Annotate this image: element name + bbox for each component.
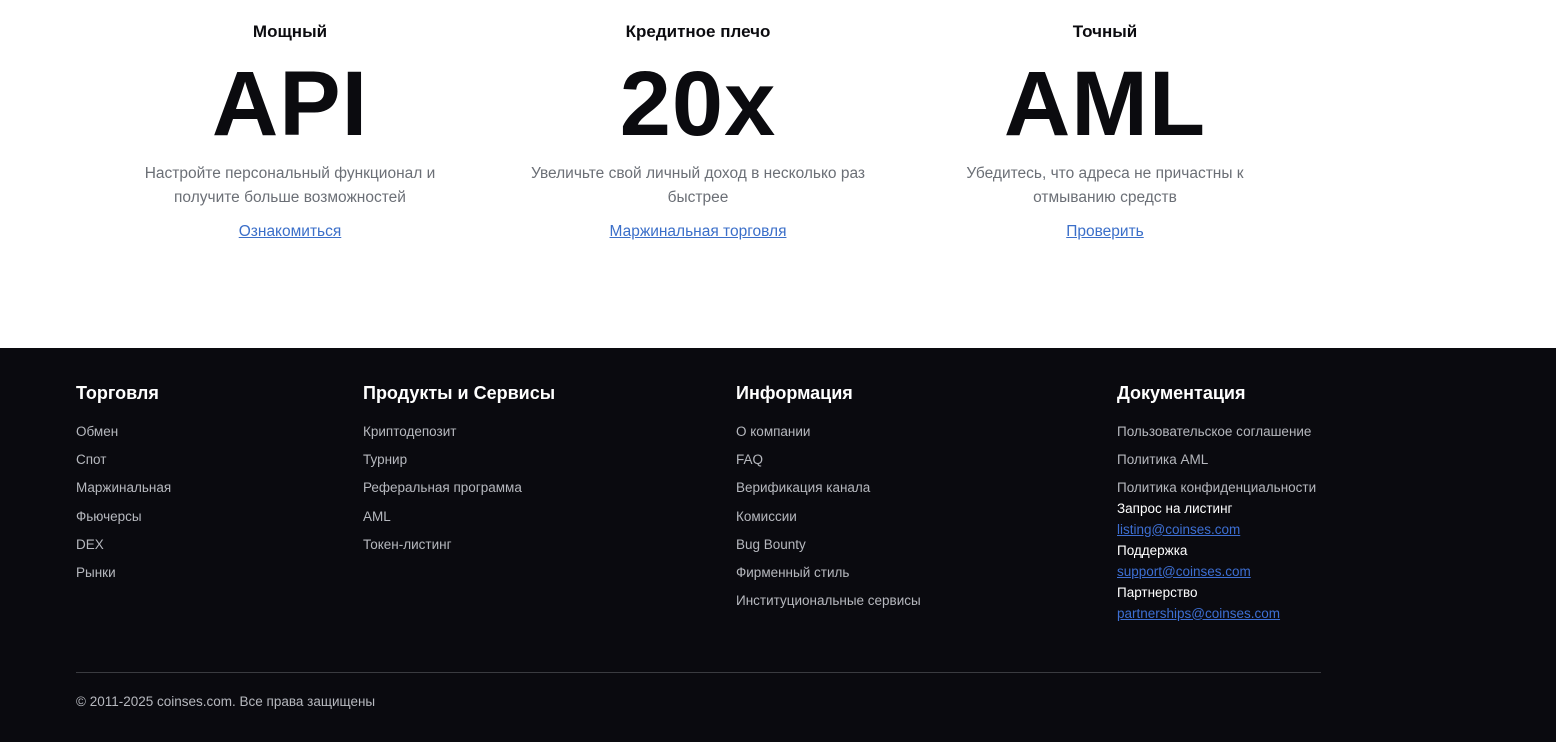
feature-headline: API [211, 53, 369, 155]
listing-email-link[interactable]: listing@coinses.com [1117, 519, 1316, 541]
footer-link-dex[interactable]: DEX [76, 531, 171, 559]
footer-link-aml-policy[interactable]: Политика AML [1117, 446, 1316, 474]
footer-link-list: Обмен Спот Маржинальная Фьючерсы DEX Рын… [76, 418, 171, 587]
footer-link-list: Криптодепозит Турнир Реферальная програм… [363, 418, 555, 559]
feature-headline: 20x [619, 53, 777, 155]
feature-kicker: Кредитное плечо [625, 22, 771, 41]
footer-link-about[interactable]: О компании [736, 418, 921, 446]
footer-link-referral[interactable]: Реферальная программа [363, 474, 555, 502]
feature-kicker: Точный [1072, 22, 1138, 41]
contact-label-partnership: Партнерство [1117, 584, 1198, 600]
footer-link-brand-style[interactable]: Фирменный стиль [736, 559, 921, 587]
footer-link-margin[interactable]: Маржинальная [76, 474, 171, 502]
footer-column-products: Продукты и Сервисы Криптодепозит Турнир … [363, 382, 555, 559]
footer-divider [76, 672, 1321, 673]
footer-link-institutional[interactable]: Институциональные сервисы [736, 587, 921, 615]
footer-link-futures[interactable]: Фьючерсы [76, 503, 171, 531]
learn-more-link[interactable]: Ознакомиться [130, 222, 450, 242]
copyright-text: © 2011-2025 coinses.com. Все права защищ… [76, 694, 376, 709]
footer-link-bug-bounty[interactable]: Bug Bounty [736, 531, 921, 559]
feature-description: Убедитесь, что адреса не причастны к отм… [966, 165, 1244, 206]
footer-column-title: Продукты и Сервисы [363, 383, 556, 403]
footer-link-list: Пользовательское соглашение Политика AML… [1117, 418, 1316, 503]
footer-column-title: Информация [736, 383, 853, 403]
footer-link-fees[interactable]: Комиссии [736, 503, 921, 531]
footer-link-faq[interactable]: FAQ [736, 446, 921, 474]
features-section: Мощный API Настройте персональный функци… [0, 0, 1556, 348]
footer-link-exchange[interactable]: Обмен [76, 418, 171, 446]
footer-column-docs: Документация Пользовательское соглашение… [1117, 382, 1316, 625]
partnerships-email-link[interactable]: partnerships@coinses.com [1117, 603, 1316, 625]
feature-headline: AML [1003, 53, 1207, 155]
footer-column-info: Информация О компании FAQ Верификация ка… [736, 382, 921, 615]
footer-link-aml[interactable]: AML [363, 503, 555, 531]
support-email-link[interactable]: support@coinses.com [1117, 561, 1316, 583]
footer-link-spot[interactable]: Спот [76, 446, 171, 474]
footer-column-title: Документация [1117, 383, 1246, 403]
footer-column-title: Торговля [76, 383, 159, 403]
footer-link-channel-verification[interactable]: Верификация канала [736, 474, 921, 502]
footer-column-trading: Торговля Обмен Спот Маржинальная Фьючерс… [76, 382, 171, 587]
footer-link-markets[interactable]: Рынки [76, 559, 171, 587]
contact-label-support: Поддержка [1117, 542, 1188, 558]
feature-description: Настройте персональный функционал и полу… [144, 165, 436, 206]
feature-kicker: Мощный [252, 22, 328, 41]
footer-link-user-agreement[interactable]: Пользовательское соглашение [1117, 418, 1316, 446]
footer-link-token-listing[interactable]: Токен-листинг [363, 531, 555, 559]
footer-link-tournament[interactable]: Турнир [363, 446, 555, 474]
footer-contacts: Запрос на листинг listing@coinses.com По… [1117, 499, 1316, 625]
footer-link-list: О компании FAQ Верификация канала Комисс… [736, 418, 921, 615]
feature-description: Увеличьте свой личный доход в несколько … [530, 165, 866, 206]
site-footer: Торговля Обмен Спот Маржинальная Фьючерс… [0, 348, 1556, 742]
footer-link-crypto-deposit[interactable]: Криптодепозит [363, 418, 555, 446]
margin-trading-link[interactable]: Маржинальная торговля [528, 222, 868, 242]
check-aml-link[interactable]: Проверить [950, 222, 1260, 242]
